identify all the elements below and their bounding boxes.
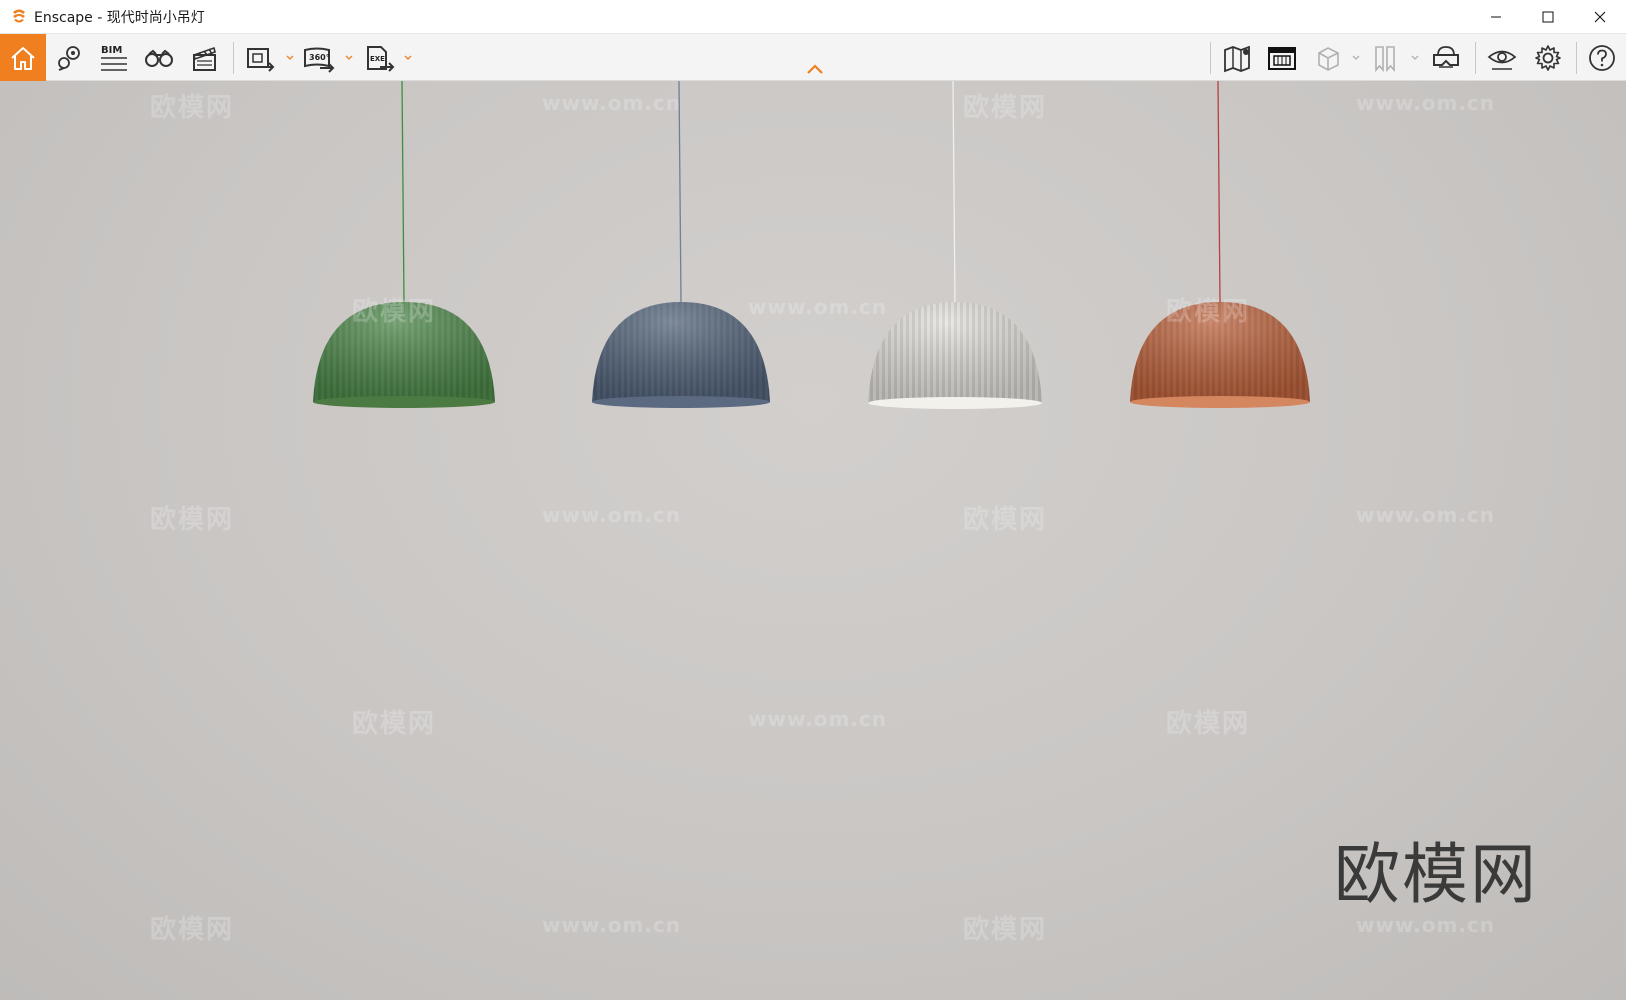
title-bar: Enscape - 现代时尚小吊灯: [0, 0, 1626, 34]
eye-icon: [1487, 50, 1517, 70]
lamp-3: [868, 81, 1042, 409]
watermark: 欧模网: [150, 505, 235, 535]
watermark: 欧模网: [352, 709, 437, 739]
help-icon: [1589, 44, 1615, 71]
screenshot-export-icon: [247, 47, 275, 72]
watermark: 欧模网: [963, 915, 1048, 945]
chevron-down-icon[interactable]: [1411, 54, 1419, 62]
map-icon: [1224, 45, 1250, 72]
walk-mode-button[interactable]: [141, 34, 177, 81]
maximize-icon: [1542, 11, 1554, 23]
asset-library-button[interactable]: [1264, 34, 1300, 81]
watermark-url: www.om.cn: [542, 503, 682, 527]
close-icon: [1594, 11, 1606, 23]
video-editor-button[interactable]: [186, 34, 222, 81]
watermark: 欧模网: [1166, 709, 1251, 739]
panorama-360-icon: 360°: [304, 47, 335, 73]
watermark-url: www.om.cn: [1356, 91, 1496, 115]
panorama-label: 360°: [309, 53, 330, 62]
toolbar-separator: [1210, 42, 1211, 74]
toolbar-separator: [1475, 42, 1476, 74]
exe-export-button[interactable]: EXE: [361, 34, 397, 81]
lamp-1: [313, 81, 495, 408]
clapperboard-icon: [193, 46, 216, 71]
exe-label: EXE: [370, 55, 385, 63]
window-controls: [1470, 0, 1626, 34]
bim-button[interactable]: BIM: [96, 34, 132, 81]
watermark-url: www.om.cn: [748, 295, 888, 319]
minimize-button[interactable]: [1470, 0, 1522, 34]
watermark-url: www.om.cn: [542, 913, 682, 937]
home-icon: [11, 46, 35, 70]
window-title: Enscape - 现代时尚小吊灯: [34, 9, 205, 26]
watermark: 欧模网: [150, 93, 235, 123]
map-button[interactable]: [1220, 34, 1256, 81]
panorama-export-button[interactable]: 360°: [301, 34, 337, 81]
watermark-url: www.om.cn: [748, 707, 888, 731]
chevron-down-icon[interactable]: [1352, 54, 1360, 62]
maximize-button[interactable]: [1522, 0, 1574, 34]
settings-icon: [1535, 44, 1561, 71]
watermark: 欧模网: [963, 93, 1048, 123]
watermark-logo: 欧模网: [1334, 836, 1538, 913]
enscape-logo-icon: [13, 9, 25, 22]
bim-label: BIM: [101, 45, 122, 56]
watermark: 欧模网: [352, 297, 437, 327]
watermark: 欧模网: [963, 505, 1048, 535]
watermark: 欧模网: [150, 915, 235, 945]
vr-headset-icon: [1433, 45, 1459, 68]
watermark-url: www.om.cn: [542, 91, 682, 115]
binoculars-icon: [145, 49, 173, 67]
toolbar-separator: [1576, 42, 1577, 74]
collapse-toolbar-icon[interactable]: [805, 62, 825, 76]
lamp-2: [592, 81, 770, 408]
bookmarks-button[interactable]: [1368, 34, 1404, 81]
minimize-icon: [1491, 16, 1501, 18]
watermark-url: www.om.cn: [1356, 503, 1496, 527]
home-button[interactable]: [0, 34, 46, 81]
bookmarks-icon: [1375, 45, 1395, 72]
vr-headset-button[interactable]: [1428, 34, 1464, 81]
bim-icon: BIM: [101, 45, 127, 71]
cube-button[interactable]: [1310, 34, 1346, 81]
views-button[interactable]: [52, 34, 88, 81]
chevron-down-icon[interactable]: [404, 54, 412, 62]
asset-library-icon: [1268, 46, 1296, 70]
main-toolbar: BIM 360° EXE: [0, 34, 1626, 81]
views-icon: [58, 45, 80, 71]
chevron-down-icon[interactable]: [286, 54, 294, 62]
visual-settings-button[interactable]: [1484, 34, 1520, 81]
toolbar-separator: [233, 42, 234, 74]
settings-button[interactable]: [1530, 34, 1566, 81]
chevron-down-icon[interactable]: [345, 54, 353, 62]
help-button[interactable]: [1584, 34, 1620, 81]
cube-icon: [1318, 46, 1339, 71]
render-viewport[interactable]: 欧模网 www.om.cn 欧模网 www.om.cn 欧模网 www.om.c…: [0, 81, 1626, 1000]
watermark: 欧模网: [1166, 297, 1251, 327]
exe-export-icon: EXE: [367, 45, 395, 72]
lamp-4: [1130, 81, 1310, 408]
screenshot-export-button[interactable]: [242, 34, 278, 81]
close-button[interactable]: [1574, 0, 1626, 34]
